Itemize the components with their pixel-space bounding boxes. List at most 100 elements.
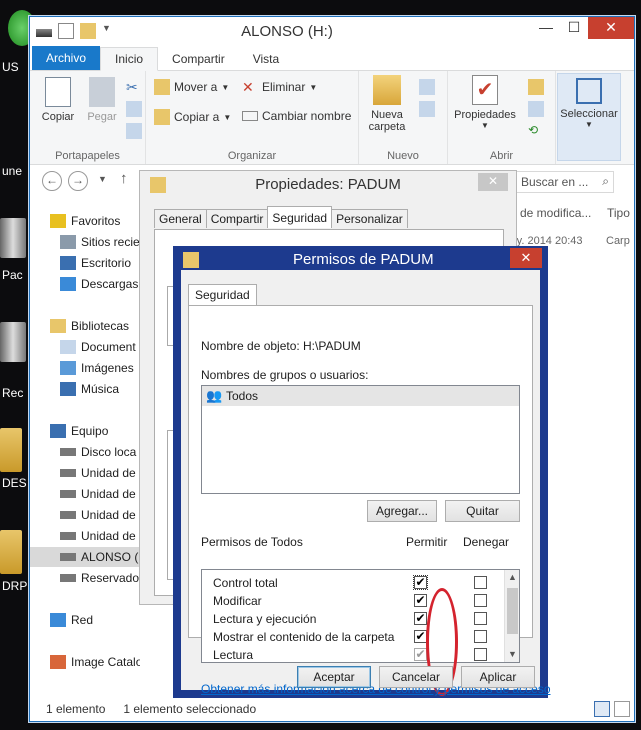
close-button[interactable]: ✕: [510, 248, 542, 268]
allow-checkbox[interactable]: ✔: [414, 594, 427, 607]
sidebar-item[interactable]: Sitios recie: [30, 232, 140, 252]
edit-icon[interactable]: [528, 101, 544, 117]
drive-icon: [60, 448, 76, 456]
sidebar-item[interactable]: Disco loca: [30, 442, 140, 462]
sidebar-item[interactable]: Unidad de: [30, 463, 140, 483]
deny-checkbox[interactable]: [474, 594, 487, 607]
sidebar-item[interactable]: Imágenes: [30, 358, 140, 378]
sidebar-item[interactable]: Image Catalog: [30, 652, 140, 672]
image-catalog-icon: [50, 655, 66, 669]
tab-compartir[interactable]: Compartir: [158, 48, 239, 70]
apply-button[interactable]: Aplicar: [461, 666, 535, 688]
desktop-folder-icon[interactable]: [0, 530, 22, 574]
details-view-icon[interactable]: [594, 701, 610, 717]
minimize-button[interactable]: —: [532, 17, 560, 39]
pictures-icon: [60, 361, 76, 375]
sidebar-item[interactable]: Equipo: [30, 421, 140, 441]
easy-access-icon[interactable]: [419, 101, 435, 117]
close-button[interactable]: ✕: [478, 173, 508, 191]
sidebar-item[interactable]: Bibliotecas: [30, 316, 140, 336]
sidebar-item-label: Unidad de: [81, 466, 136, 480]
tab-personalizar[interactable]: Personalizar: [331, 209, 408, 228]
list-item[interactable]: 👥 Todos: [202, 386, 519, 406]
copy-to-button[interactable]: Copiar a ▼: [154, 109, 231, 125]
add-button[interactable]: Agregar...: [367, 500, 437, 522]
row-type[interactable]: Carp: [606, 235, 630, 247]
sidebar-item[interactable]: Unidad de: [30, 484, 140, 504]
tab-compartir[interactable]: Compartir: [205, 209, 269, 228]
music-icon: [60, 382, 76, 396]
sidebar-item-label: ALONSO (: [81, 550, 139, 564]
sidebar-item-label: Reservado: [81, 571, 140, 585]
cancel-button[interactable]: Cancelar: [379, 666, 453, 688]
scissors-icon[interactable]: ✂: [126, 79, 142, 95]
permission-name: Control total: [213, 576, 278, 590]
back-button[interactable]: ←: [42, 171, 62, 191]
sidebar-item[interactable]: Unidad de: [30, 526, 140, 546]
tab-seguridad[interactable]: Seguridad: [267, 206, 333, 228]
properties-button[interactable]: ✔ Propiedades ▼: [450, 75, 520, 130]
deny-checkbox[interactable]: [474, 612, 487, 625]
allow-checkbox[interactable]: ✔: [414, 648, 427, 661]
paste-button[interactable]: Pegar: [82, 77, 122, 123]
column-date-modified[interactable]: de modifica...: [520, 206, 591, 220]
maximize-button[interactable]: ☐: [560, 17, 588, 39]
desktop-icon: [60, 256, 76, 270]
sidebar-item-label: Imágenes: [81, 361, 134, 375]
tab-vista[interactable]: Vista: [239, 48, 293, 70]
search-input[interactable]: Buscar en ... ⌕: [514, 171, 614, 193]
desktop-label: DRP: [2, 579, 28, 593]
sidebar-item[interactable]: Música: [30, 379, 140, 399]
tab-archivo[interactable]: Archivo: [32, 46, 101, 70]
delete-x-icon: ✕: [242, 79, 254, 95]
tab-inicio[interactable]: Inicio: [100, 47, 159, 71]
allow-checkbox[interactable]: ✔: [414, 612, 427, 625]
rename-button[interactable]: Cambiar nombre: [242, 109, 351, 123]
desktop-drive-icon[interactable]: [0, 218, 26, 258]
new-item-icon[interactable]: [419, 79, 435, 95]
sidebar-item[interactable]: Document: [30, 337, 140, 357]
sidebar-item[interactable]: ALONSO (: [30, 547, 140, 567]
sidebar-item[interactable]: Escritorio: [30, 253, 140, 273]
scroll-down-icon[interactable]: ▼: [505, 647, 519, 662]
tab-seguridad[interactable]: Seguridad: [188, 284, 257, 305]
scroll-thumb[interactable]: [507, 588, 518, 634]
sidebar-item-label: Unidad de: [81, 487, 136, 501]
large-icons-view-icon[interactable]: [614, 701, 630, 717]
desktop-folder-icon[interactable]: [0, 428, 22, 472]
paste-shortcut-icon[interactable]: [126, 123, 142, 139]
history-icon[interactable]: ⟲: [528, 123, 544, 139]
close-button[interactable]: ✕: [588, 17, 634, 39]
scrollbar[interactable]: ▲ ▼: [504, 570, 519, 662]
allow-checkbox[interactable]: ✔: [414, 630, 427, 643]
sidebar-item[interactable]: Red: [30, 610, 140, 630]
tab-general[interactable]: General: [154, 209, 207, 228]
forward-button[interactable]: →: [68, 171, 88, 191]
delete-button[interactable]: ✕ Eliminar ▼: [242, 79, 317, 95]
column-type[interactable]: Tipo: [607, 206, 630, 220]
remove-button[interactable]: Quitar: [445, 500, 520, 522]
computer-icon: [50, 424, 66, 438]
groups-list[interactable]: 👥 Todos: [201, 385, 520, 494]
open-icon[interactable]: [528, 79, 544, 95]
scroll-up-icon[interactable]: ▲: [505, 570, 519, 585]
move-to-button[interactable]: Mover a ▼: [154, 79, 229, 95]
new-folder-button[interactable]: Nueva carpeta: [363, 75, 411, 133]
sidebar-item[interactable]: Descargas: [30, 274, 140, 294]
up-arrow-icon[interactable]: ↑: [120, 170, 128, 187]
desktop-drive-icon[interactable]: [0, 322, 26, 362]
clipboard-icon: [89, 77, 115, 107]
sidebar-item[interactable]: Unidad de: [30, 505, 140, 525]
sidebar-item[interactable]: Favoritos: [30, 211, 140, 231]
select-button[interactable]: Seleccionar ▼: [557, 73, 621, 161]
copy-path-icon[interactable]: [126, 101, 142, 117]
recent-dropdown-icon[interactable]: ▼: [98, 174, 107, 184]
deny-checkbox[interactable]: [474, 576, 487, 589]
sidebar-item[interactable]: Reservado: [30, 568, 140, 588]
copy-button[interactable]: Copiar: [38, 77, 78, 123]
permission-row: Lectura ✔: [202, 646, 502, 662]
deny-checkbox[interactable]: [474, 630, 487, 643]
deny-checkbox[interactable]: [474, 648, 487, 661]
ok-button[interactable]: Aceptar: [297, 666, 371, 688]
allow-checkbox[interactable]: ✔: [413, 575, 428, 590]
